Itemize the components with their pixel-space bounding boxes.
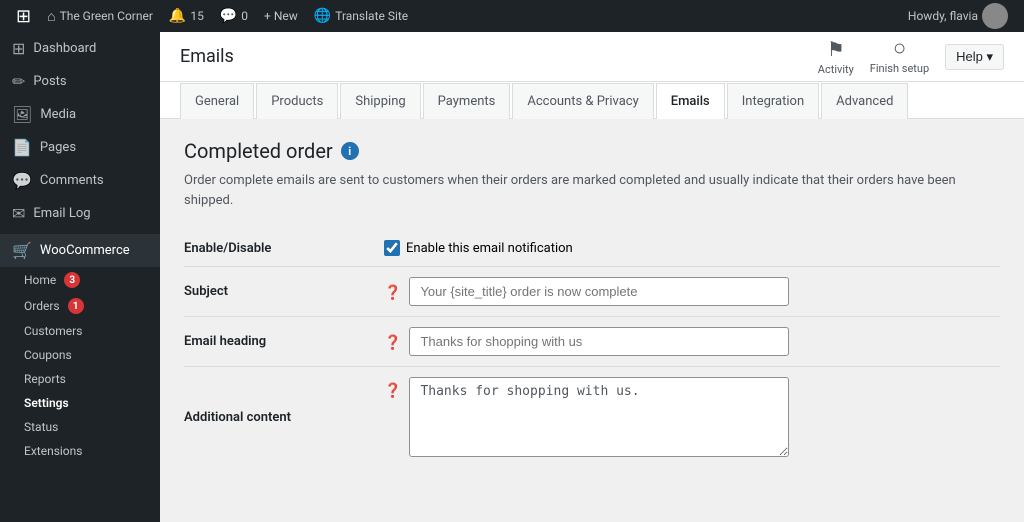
- woo-settings-label: Settings: [24, 396, 69, 410]
- sidebar-item-reports[interactable]: Reports: [0, 367, 160, 391]
- tab-payments[interactable]: Payments: [423, 83, 511, 119]
- tabs-bar: General Products Shipping Payments Accou…: [160, 82, 1024, 119]
- site-name-link[interactable]: ⌂ The Green Corner: [39, 0, 161, 32]
- woo-label: WooCommerce: [40, 243, 130, 258]
- field-label-additional-content: Additional content: [184, 367, 384, 468]
- sidebar-item-email-log[interactable]: ✉ Email Log: [0, 197, 160, 230]
- subject-help-icon[interactable]: ❓: [384, 285, 401, 301]
- sidebar-item-label: Media: [40, 107, 76, 122]
- section-description: Order complete emails are sent to custom…: [184, 171, 1000, 210]
- tab-products[interactable]: Products: [256, 83, 338, 119]
- field-cell-enable-disable: Enable this email notification: [384, 230, 1000, 267]
- sidebar: ⊞ Dashboard ✏ Posts 🖼 Media 📄 Pages 💬 Co…: [0, 32, 160, 522]
- email-heading-field-wrapper: ❓: [384, 327, 1000, 356]
- subject-field-wrapper: ❓: [384, 277, 1000, 306]
- sidebar-item-label: Posts: [33, 74, 66, 89]
- tab-advanced[interactable]: Advanced: [821, 83, 908, 119]
- help-label: Help ▾: [956, 49, 993, 65]
- comments-link[interactable]: 💬 0: [212, 0, 256, 32]
- content-area: Emails ⚑ Activity ○ Finish setup Help ▾ …: [160, 32, 1024, 522]
- woo-extensions-label: Extensions: [24, 444, 82, 458]
- email-heading-input[interactable]: [409, 327, 789, 356]
- additional-content-help-icon[interactable]: ❓: [384, 383, 401, 399]
- field-row-additional-content: Additional content ❓ Thanks for shopping…: [184, 367, 1000, 468]
- additional-content-field-wrapper: ❓ Thanks for shopping with us.: [384, 377, 1000, 457]
- woo-icon: 🛒: [12, 241, 32, 260]
- enable-checkbox[interactable]: [384, 240, 400, 256]
- field-label-subject: Subject: [184, 267, 384, 317]
- finish-setup-button[interactable]: ○ Finish setup: [870, 38, 929, 75]
- activity-button[interactable]: ⚑ Activity: [818, 37, 854, 76]
- sidebar-item-comments[interactable]: 💬 Comments: [0, 164, 160, 197]
- woo-status-label: Status: [24, 420, 58, 434]
- sidebar-item-label: Pages: [40, 140, 76, 155]
- woo-orders-label: Orders: [24, 299, 60, 313]
- field-row-enable-disable: Enable/Disable Enable this email notific…: [184, 230, 1000, 267]
- sidebar-item-label: Dashboard: [33, 41, 96, 56]
- sidebar-item-label: Email Log: [33, 206, 90, 221]
- tab-emails[interactable]: Emails: [656, 83, 725, 119]
- sidebar-item-home[interactable]: Home 3: [0, 267, 160, 293]
- comments-icon: 💬: [12, 171, 32, 190]
- user-avatar: [982, 3, 1008, 29]
- help-button[interactable]: Help ▾: [945, 44, 1004, 70]
- main-content: Completed order i Order complete emails …: [160, 119, 1024, 522]
- pages-icon: 📄: [12, 138, 32, 157]
- woo-reports-label: Reports: [24, 372, 66, 386]
- home-badge: 3: [64, 272, 80, 288]
- wp-logo[interactable]: ⊞: [8, 0, 39, 32]
- field-cell-subject: ❓: [384, 267, 1000, 317]
- activity-label: Activity: [818, 63, 854, 76]
- sidebar-item-orders[interactable]: Orders 1: [0, 293, 160, 319]
- field-label-enable-disable: Enable/Disable: [184, 230, 384, 267]
- sidebar-item-label: Comments: [40, 173, 104, 188]
- orders-badge: 1: [68, 298, 84, 314]
- topbar-actions: ⚑ Activity ○ Finish setup Help ▾: [818, 37, 1004, 76]
- new-content-link[interactable]: + New: [256, 0, 306, 32]
- subject-input[interactable]: [409, 277, 789, 306]
- tab-accounts-privacy[interactable]: Accounts & Privacy: [512, 83, 653, 119]
- sidebar-item-dashboard[interactable]: ⊞ Dashboard: [0, 32, 160, 65]
- settings-form-table: Enable/Disable Enable this email notific…: [184, 230, 1000, 467]
- dashboard-icon: ⊞: [12, 39, 25, 58]
- finish-setup-icon: ○: [893, 38, 906, 60]
- translate-site-link[interactable]: 🌐 Translate Site: [306, 0, 416, 32]
- enable-checkbox-label: Enable this email notification: [406, 241, 573, 256]
- email-heading-help-icon[interactable]: ❓: [384, 335, 401, 351]
- sidebar-item-extensions[interactable]: Extensions: [0, 439, 160, 463]
- sidebar-item-settings[interactable]: Settings: [0, 391, 160, 415]
- woo-customers-label: Customers: [24, 324, 82, 338]
- user-greeting[interactable]: Howdy, flavia: [900, 0, 1016, 32]
- woo-coupons-label: Coupons: [24, 348, 72, 362]
- finish-setup-label: Finish setup: [870, 62, 929, 75]
- notifications-link[interactable]: 🔔 15: [161, 0, 212, 32]
- field-cell-email-heading: ❓: [384, 317, 1000, 367]
- media-icon: 🖼: [12, 105, 32, 124]
- section-title: Completed order i: [184, 139, 1000, 163]
- email-log-icon: ✉: [12, 204, 25, 223]
- sidebar-item-posts[interactable]: ✏ Posts: [0, 65, 160, 98]
- tab-integration[interactable]: Integration: [727, 83, 819, 119]
- page-title: Emails: [180, 46, 818, 67]
- enable-checkbox-row: Enable this email notification: [384, 240, 1000, 256]
- posts-icon: ✏: [12, 72, 25, 91]
- activity-icon: ⚑: [827, 37, 845, 61]
- field-cell-additional-content: ❓ Thanks for shopping with us.: [384, 367, 1000, 468]
- admin-bar: ⊞ ⌂ The Green Corner 🔔 15 💬 0 + New 🌐 Tr…: [0, 0, 1024, 32]
- tab-general[interactable]: General: [180, 83, 254, 119]
- sidebar-item-woocommerce[interactable]: 🛒 WooCommerce: [0, 234, 160, 267]
- additional-content-textarea[interactable]: Thanks for shopping with us.: [409, 377, 789, 457]
- woo-home-label: Home: [24, 273, 56, 287]
- field-row-email-heading: Email heading ❓: [184, 317, 1000, 367]
- field-row-subject: Subject ❓: [184, 267, 1000, 317]
- tab-shipping[interactable]: Shipping: [340, 83, 420, 119]
- sidebar-item-status[interactable]: Status: [0, 415, 160, 439]
- info-icon[interactable]: i: [341, 142, 359, 160]
- sidebar-item-pages[interactable]: 📄 Pages: [0, 131, 160, 164]
- field-label-email-heading: Email heading: [184, 317, 384, 367]
- sidebar-item-media[interactable]: 🖼 Media: [0, 98, 160, 131]
- sidebar-item-coupons[interactable]: Coupons: [0, 343, 160, 367]
- content-topbar: Emails ⚑ Activity ○ Finish setup Help ▾: [160, 32, 1024, 82]
- sidebar-item-customers[interactable]: Customers: [0, 319, 160, 343]
